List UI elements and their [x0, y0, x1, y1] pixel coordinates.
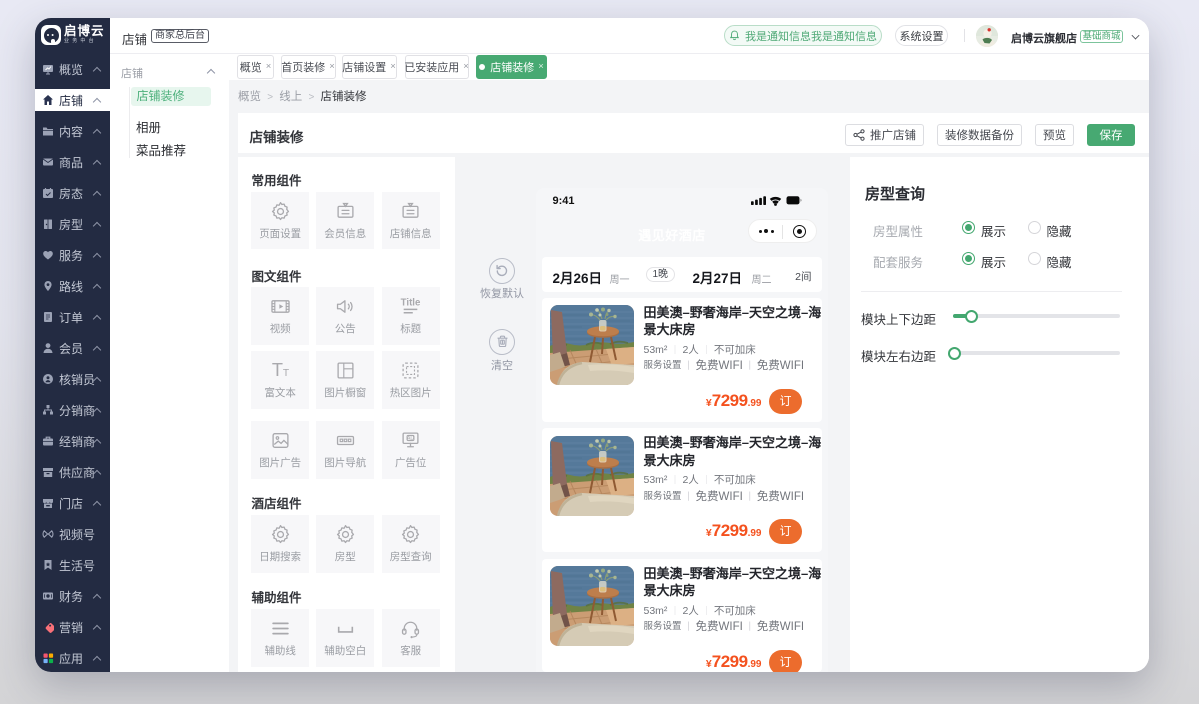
- svg-text:Title: Title: [401, 297, 421, 308]
- svg-text:AD: AD: [407, 436, 414, 442]
- svg-text:TT: TT: [272, 360, 289, 380]
